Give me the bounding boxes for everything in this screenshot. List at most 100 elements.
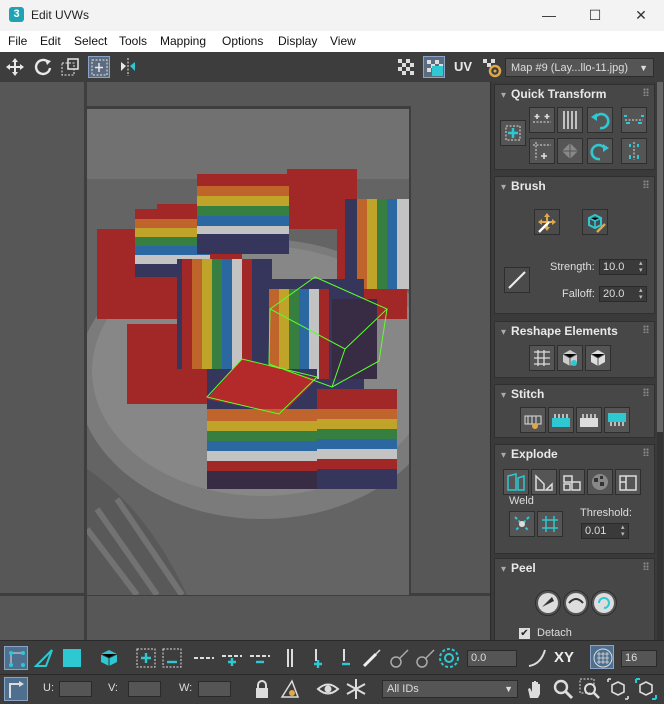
flatten-by-smoothing-groups-button[interactable]	[559, 469, 585, 495]
grid-snap-icon[interactable]	[590, 645, 614, 669]
paint-select-shrink-icon[interactable]	[414, 646, 438, 670]
quick-peel-button[interactable]	[535, 590, 561, 616]
break-button[interactable]	[503, 469, 529, 495]
v-value-field[interactable]	[128, 681, 161, 697]
stitch-to-target-button[interactable]	[548, 407, 574, 433]
falloff-spinner[interactable]: 20.0	[599, 286, 647, 302]
strength-spinner[interactable]: 10.0	[599, 259, 647, 275]
quick-transform-header[interactable]: ▾ Quick Transform	[501, 87, 606, 101]
loop-grow-icon[interactable]	[220, 646, 244, 670]
flip-vertical-button[interactable]	[621, 138, 647, 164]
ring-shrink-icon[interactable]	[334, 646, 358, 670]
threshold-spinner[interactable]: 0.01	[581, 523, 629, 539]
vertex-mode-icon[interactable]	[4, 646, 28, 670]
flatten-custom-button[interactable]	[615, 469, 641, 495]
lock-icon[interactable]	[250, 677, 274, 701]
flatten-by-polygon-angle-button[interactable]	[531, 469, 557, 495]
relax-settings-button[interactable]	[585, 345, 611, 371]
rotate-icon[interactable]	[32, 56, 54, 78]
material-id-dropdown[interactable]: All IDs ▼	[382, 680, 518, 698]
pan-hand-icon[interactable]	[523, 677, 547, 701]
absolute-offset-icon[interactable]	[4, 677, 28, 701]
menu-options[interactable]: Options	[222, 34, 263, 48]
u-value-field[interactable]	[59, 681, 92, 697]
zoom-extents-icon[interactable]	[606, 677, 630, 701]
menu-mapping[interactable]: Mapping	[160, 34, 206, 48]
uv-label[interactable]: UV	[454, 59, 472, 74]
xy-space-label[interactable]: XY	[554, 649, 574, 666]
flip-horizontal-button[interactable]	[621, 107, 647, 133]
filter-selected-faces-icon[interactable]	[278, 677, 302, 701]
reshape-elements-header[interactable]: ▾ Reshape Elements	[501, 324, 618, 338]
paint-move-button[interactable]	[534, 209, 560, 235]
move-icon[interactable]	[4, 56, 26, 78]
ring-selection-icon[interactable]	[278, 646, 302, 670]
uv-viewport[interactable]	[0, 82, 490, 640]
show-map-icon[interactable]	[423, 56, 445, 78]
map-select-dropdown[interactable]: Map #9 (Lay...llo-11.jpg) ▼	[505, 58, 654, 77]
drag-handle-icon[interactable]	[643, 180, 649, 188]
zoom-region-icon[interactable]	[578, 677, 602, 701]
edge-mode-icon[interactable]	[32, 646, 56, 670]
minimize-button[interactable]: —	[526, 0, 572, 31]
falloff-curve-icon[interactable]	[525, 646, 549, 670]
align-vertical-button[interactable]	[557, 107, 583, 133]
quick-transform-pivot-button[interactable]	[500, 120, 526, 146]
paint-select-grow-icon[interactable]	[388, 646, 412, 670]
shrink-selection-icon[interactable]	[160, 646, 184, 670]
brush-falloff-button[interactable]	[504, 267, 530, 293]
eye-icon[interactable]	[316, 677, 340, 701]
soft-selection-icon[interactable]	[437, 646, 461, 670]
peel-mode-button[interactable]	[563, 590, 589, 616]
flatten-by-material-ids-button[interactable]	[587, 469, 613, 495]
stitch-to-source-button[interactable]	[604, 407, 630, 433]
grid-value-field[interactable]: 16	[621, 650, 657, 667]
weld-threshold-button[interactable]	[537, 511, 563, 537]
rotate-cw-button[interactable]	[587, 138, 613, 164]
ring-grow-icon[interactable]	[306, 646, 330, 670]
stitch-header[interactable]: ▾ Stitch	[501, 387, 544, 401]
detach-checkbox[interactable]: ✔	[519, 628, 530, 639]
menu-file[interactable]: File	[8, 34, 27, 48]
element-mode-icon[interactable]	[97, 646, 121, 670]
space-evenly-button[interactable]	[557, 138, 583, 164]
drag-handle-icon[interactable]	[643, 388, 649, 396]
relax-brush-button[interactable]	[582, 209, 608, 235]
menu-view[interactable]: View	[330, 34, 356, 48]
polygon-mode-icon[interactable]	[60, 646, 84, 670]
scale-icon[interactable]	[59, 56, 81, 78]
brush-header[interactable]: ▾ Brush	[501, 179, 546, 193]
show-checker-icon[interactable]	[395, 56, 417, 78]
close-button[interactable]: ✕	[618, 0, 664, 31]
drag-handle-icon[interactable]	[643, 562, 649, 570]
drag-handle-icon[interactable]	[643, 448, 649, 456]
loop-shrink-icon[interactable]	[248, 646, 272, 670]
explode-header[interactable]: ▾ Explode	[501, 447, 558, 461]
rotate-ccw-button[interactable]	[587, 107, 613, 133]
drag-handle-icon[interactable]	[643, 325, 649, 333]
stitch-to-average-button[interactable]	[576, 407, 602, 433]
falloff-distance-field[interactable]: 0.0	[467, 650, 517, 667]
menu-edit[interactable]: Edit	[40, 34, 61, 48]
loop-selection-icon[interactable]	[192, 646, 216, 670]
peel-header[interactable]: ▾ Peel	[501, 561, 536, 575]
menu-display[interactable]: Display	[278, 34, 317, 48]
relax-button[interactable]	[557, 345, 583, 371]
menu-select[interactable]: Select	[74, 34, 107, 48]
drag-handle-icon[interactable]	[643, 88, 649, 96]
mirror-icon[interactable]	[117, 56, 139, 78]
grow-selection-icon[interactable]	[134, 646, 158, 670]
freeform-mode-icon[interactable]	[88, 56, 110, 78]
zoom-icon[interactable]	[551, 677, 575, 701]
freeze-icon[interactable]	[344, 677, 368, 701]
w-value-field[interactable]	[198, 681, 231, 697]
align-corner-button[interactable]	[529, 138, 555, 164]
panel-scroll-thumb[interactable]	[657, 82, 663, 432]
paint-select-icon[interactable]	[360, 646, 384, 670]
map-settings-icon[interactable]	[480, 56, 502, 78]
menu-tools[interactable]: Tools	[119, 34, 147, 48]
weld-selected-button[interactable]	[509, 511, 535, 537]
straighten-selection-button[interactable]	[529, 345, 555, 371]
reset-peel-button[interactable]	[591, 590, 617, 616]
stitch-custom-button[interactable]	[520, 407, 546, 433]
